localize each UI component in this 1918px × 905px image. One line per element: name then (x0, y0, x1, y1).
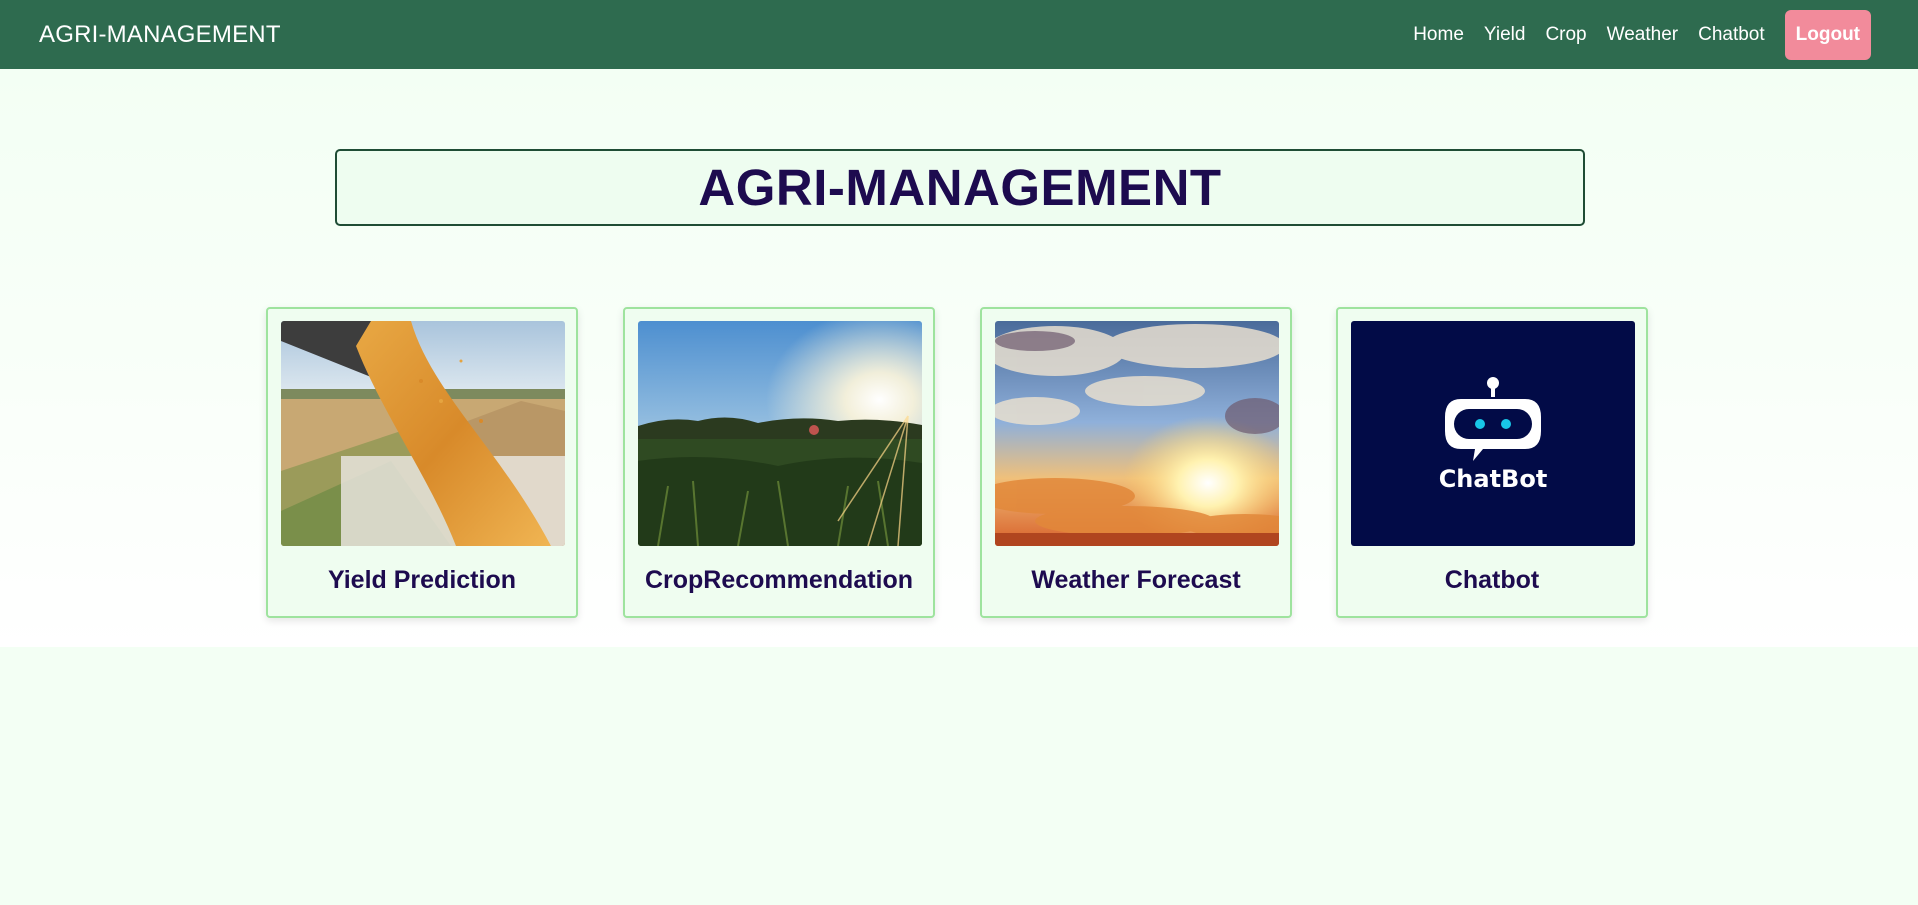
card-title: Yield Prediction (327, 566, 516, 594)
page-title: AGRI-MANAGEMENT (698, 159, 1222, 216)
yield-prediction-card[interactable]: Yield Prediction (266, 307, 578, 618)
nav-chatbot-link[interactable]: Chatbot (1698, 24, 1765, 46)
weather-forecast-image (995, 321, 1279, 546)
brand-link[interactable]: AGRI-MANAGEMENT (39, 21, 281, 49)
nav-crop-link[interactable]: Crop (1545, 24, 1586, 46)
weather-forecast-card[interactable]: Weather Forecast (980, 307, 1292, 618)
card-title: Weather Forecast (1031, 566, 1241, 594)
nav-weather-link[interactable]: Weather (1607, 24, 1678, 46)
card-title: Chatbot (1444, 566, 1540, 594)
hero-banner: AGRI-MANAGEMENT (335, 149, 1585, 226)
yield-prediction-image (281, 321, 565, 546)
chatbot-card[interactable]: ChatBot Chatbot (1336, 307, 1648, 618)
chatbot-image-text: ChatBot (1438, 465, 1548, 493)
crop-recommendation-card[interactable]: CropRecommendation (623, 307, 935, 618)
logout-button[interactable]: Logout (1784, 9, 1871, 60)
top-navbar: AGRI-MANAGEMENT Home Yield Crop Weather … (0, 0, 1918, 69)
card-title: CropRecommendation (644, 566, 914, 594)
nav-home-link[interactable]: Home (1413, 24, 1464, 46)
crop-recommendation-image (638, 321, 922, 546)
nav-yield-link[interactable]: Yield (1484, 24, 1526, 46)
chatbot-image: ChatBot (1351, 321, 1635, 546)
nav-links: Home Yield Crop Weather Chatbot Logout (1393, 9, 1871, 60)
